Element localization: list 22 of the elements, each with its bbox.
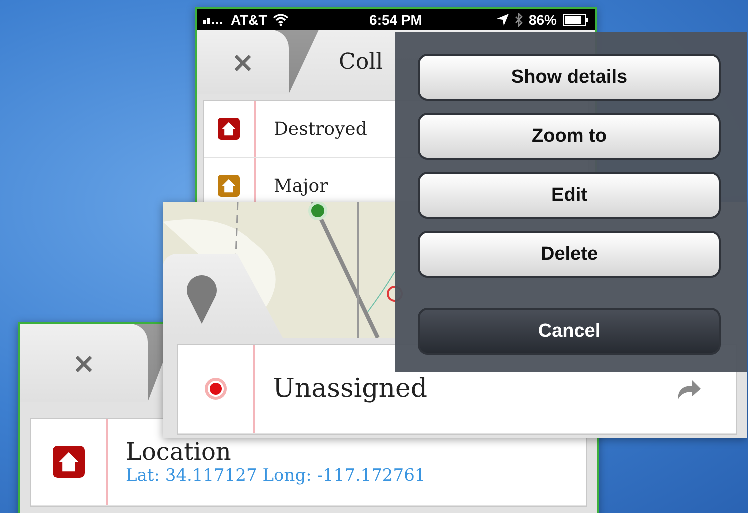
status-dot-icon (204, 377, 228, 401)
action-button[interactable]: Zoom to (418, 113, 721, 160)
location-arrow-icon (496, 14, 509, 26)
coordinates-text: Lat: 34.117127 Long: -117.172761 (126, 466, 427, 486)
signal-icon (203, 16, 225, 24)
bluetooth-icon (514, 12, 523, 26)
battery-percent: 86% (528, 12, 558, 28)
screen-title: Coll (339, 50, 384, 74)
action-button[interactable]: Delete (418, 231, 721, 278)
house-icon (52, 446, 84, 478)
close-button[interactable]: × (20, 324, 148, 402)
action-button[interactable]: Show details (418, 54, 721, 101)
action-button[interactable]: Cancel (418, 308, 721, 355)
carrier-name: AT&T (231, 12, 268, 28)
share-arrow-icon[interactable] (676, 378, 702, 400)
battery-icon (563, 14, 590, 26)
location-title: Location (126, 438, 232, 466)
wifi-icon (273, 14, 290, 26)
status-label: Unassigned (273, 374, 429, 404)
close-button[interactable]: × (197, 30, 289, 94)
clock-time: 6:54 PM (370, 12, 422, 28)
action-button[interactable]: Edit (418, 172, 721, 219)
